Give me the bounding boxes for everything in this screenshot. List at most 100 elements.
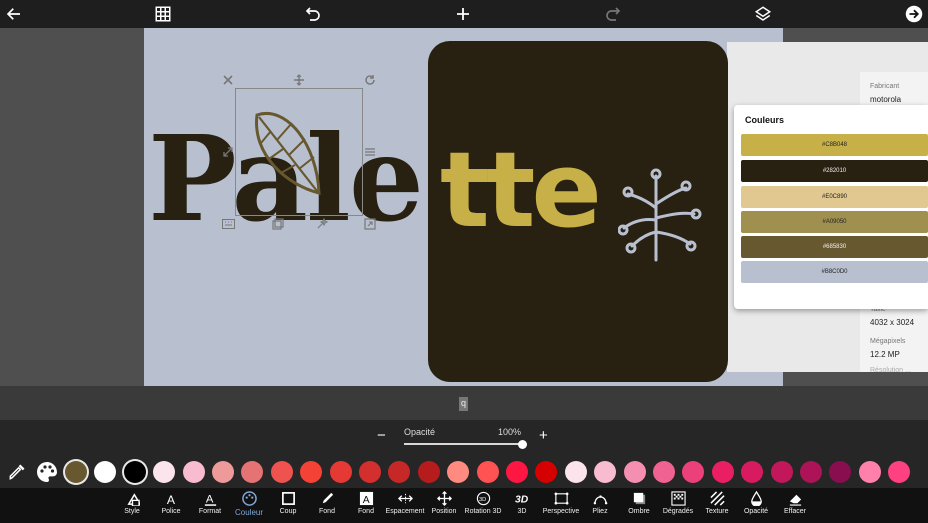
menu-item-effacer[interactable]: Effacer (773, 490, 817, 522)
svg-text:3D: 3D (479, 497, 486, 503)
palette-color-dot[interactable] (329, 461, 352, 483)
palette-color-dot[interactable] (417, 461, 440, 483)
menu-item-fond[interactable]: Fond (305, 490, 349, 522)
resolution-label: Résolution ... (870, 367, 911, 374)
palette-color-dot[interactable] (711, 461, 734, 483)
menu-item-texture[interactable]: Texture (695, 490, 739, 522)
color-swatch[interactable]: #282010 (741, 160, 928, 182)
menu-item-3d[interactable]: 3D 3D (500, 490, 544, 522)
scale-handle-icon[interactable] (363, 217, 377, 231)
opacity-row (0, 420, 928, 456)
menu-item-position[interactable]: Position (422, 490, 466, 522)
selection-frame[interactable] (235, 88, 363, 216)
palette-color-dot[interactable] (564, 461, 587, 483)
menu-item-label: Police (161, 508, 181, 515)
palette-word-gold[interactable]: tte (440, 138, 602, 242)
shadow-icon (633, 492, 645, 505)
taille-value: 4032 x 3024 (870, 318, 915, 327)
palette-picker-icon[interactable] (35, 460, 59, 484)
menu-item-label: Position (431, 508, 457, 515)
palette-color-dot[interactable] (212, 461, 234, 483)
palette-color-dot[interactable] (770, 461, 793, 483)
undo-icon[interactable] (299, 0, 327, 28)
color-swatch[interactable]: #A09050 (741, 211, 928, 233)
menu-item-label: Pliez (592, 508, 608, 515)
next-arrow-icon[interactable] (900, 0, 928, 28)
palette-color-dot[interactable] (182, 461, 205, 483)
add-icon[interactable] (449, 0, 477, 28)
menu-item-label: Perspective (542, 508, 580, 515)
svg-text:A: A (166, 493, 175, 506)
palette-color-dot[interactable] (270, 461, 293, 483)
palette-color-dot[interactable] (359, 461, 381, 483)
perspective-icon (554, 492, 568, 505)
fabricant-label: Fabricant (870, 83, 900, 90)
opacity-decrease-button[interactable]: − (377, 428, 386, 443)
grid-icon[interactable] (149, 0, 177, 28)
move-icon (436, 491, 452, 506)
text-background-icon: A (359, 491, 373, 506)
menu-item-label: Coup (279, 508, 297, 515)
menu-item-couleur[interactable]: Couleur (227, 490, 271, 522)
opacity-slider-track[interactable] (404, 443, 522, 445)
opacity-slider-knob[interactable] (518, 440, 527, 449)
color-swatch[interactable]: #B8C0D0 (741, 261, 928, 283)
opacity-icon (750, 491, 762, 506)
rotation-3d-icon: 3D (476, 491, 490, 506)
resize-handle-icon[interactable] (221, 145, 235, 159)
palette-color-dot[interactable] (653, 461, 675, 483)
menu-item-espacement[interactable]: Espacement (383, 490, 427, 522)
palette-color-dot[interactable] (858, 461, 881, 483)
menu-item-coup[interactable]: Coup (266, 490, 310, 522)
menu-item-rotation-3d[interactable]: 3D Rotation 3D (461, 490, 505, 522)
menu-item-fond[interactable]: A Fond (344, 490, 388, 522)
color-swatch[interactable]: #685830 (741, 236, 928, 258)
brush-icon (322, 492, 333, 504)
back-arrow-icon[interactable] (0, 0, 28, 28)
opacity-label: Opacité (404, 427, 436, 437)
menu-item-police[interactable]: A Police (149, 490, 193, 522)
move-handle-icon[interactable] (292, 73, 306, 87)
layers-icon[interactable] (749, 0, 777, 28)
align-handle-icon[interactable] (363, 145, 377, 159)
rotate-handle-icon[interactable] (363, 73, 377, 87)
palette-color-dot[interactable] (476, 461, 499, 483)
font-icon: A (166, 493, 175, 506)
duplicate-handle-icon[interactable] (271, 217, 285, 231)
text-label-chip[interactable]: q (459, 397, 468, 411)
texture-icon (709, 491, 725, 506)
menu-item-style[interactable]: Style (110, 490, 154, 522)
opacity-value: 100% (498, 427, 522, 437)
menu-item-dégradés[interactable]: Dégradés (656, 490, 700, 522)
opacity-increase-button[interactable]: + (539, 428, 548, 443)
magic-handle-icon[interactable] (315, 217, 329, 231)
menu-item-opacité[interactable]: Opacité (734, 490, 778, 522)
keyboard-handle-icon[interactable] (221, 217, 235, 231)
palette-color-dot[interactable] (623, 461, 646, 483)
menu-item-label: Format (198, 508, 222, 515)
gradient-icon (670, 491, 686, 506)
eyedropper-icon[interactable] (7, 462, 27, 482)
delete-handle-icon[interactable] (221, 73, 235, 87)
palette-color-dot[interactable] (800, 461, 822, 483)
color-swatch[interactable]: #E0C890 (741, 186, 928, 208)
redo-icon[interactable] (599, 0, 627, 28)
fabricant-value: motorola (870, 95, 902, 104)
palette-color-dot[interactable] (506, 461, 528, 483)
menu-item-label: Couleur (234, 508, 263, 517)
menu-item-ombre[interactable]: Ombre (617, 490, 661, 522)
opacity-slider-fill (404, 443, 522, 445)
palette-color-dot[interactable] (123, 461, 146, 483)
menu-item-format[interactable]: A Format (188, 490, 232, 522)
menu-item-perspective[interactable]: Perspective (539, 490, 583, 522)
palette-color-dot[interactable] (65, 461, 87, 483)
3d-icon: 3D (515, 494, 529, 505)
eraser-icon (789, 494, 801, 506)
colors-panel: Couleurs #C8B048 #282010 #E0C890 #A09050… (734, 105, 928, 309)
menu-item-label: Fond (319, 508, 335, 515)
megapixels-label: Mégapixels (870, 338, 906, 345)
color-swatch[interactable]: #C8B048 (741, 134, 928, 156)
menu-item-label: Rotation 3D (464, 508, 502, 515)
style-icon (126, 493, 140, 506)
menu-item-pliez[interactable]: Pliez (578, 490, 622, 522)
